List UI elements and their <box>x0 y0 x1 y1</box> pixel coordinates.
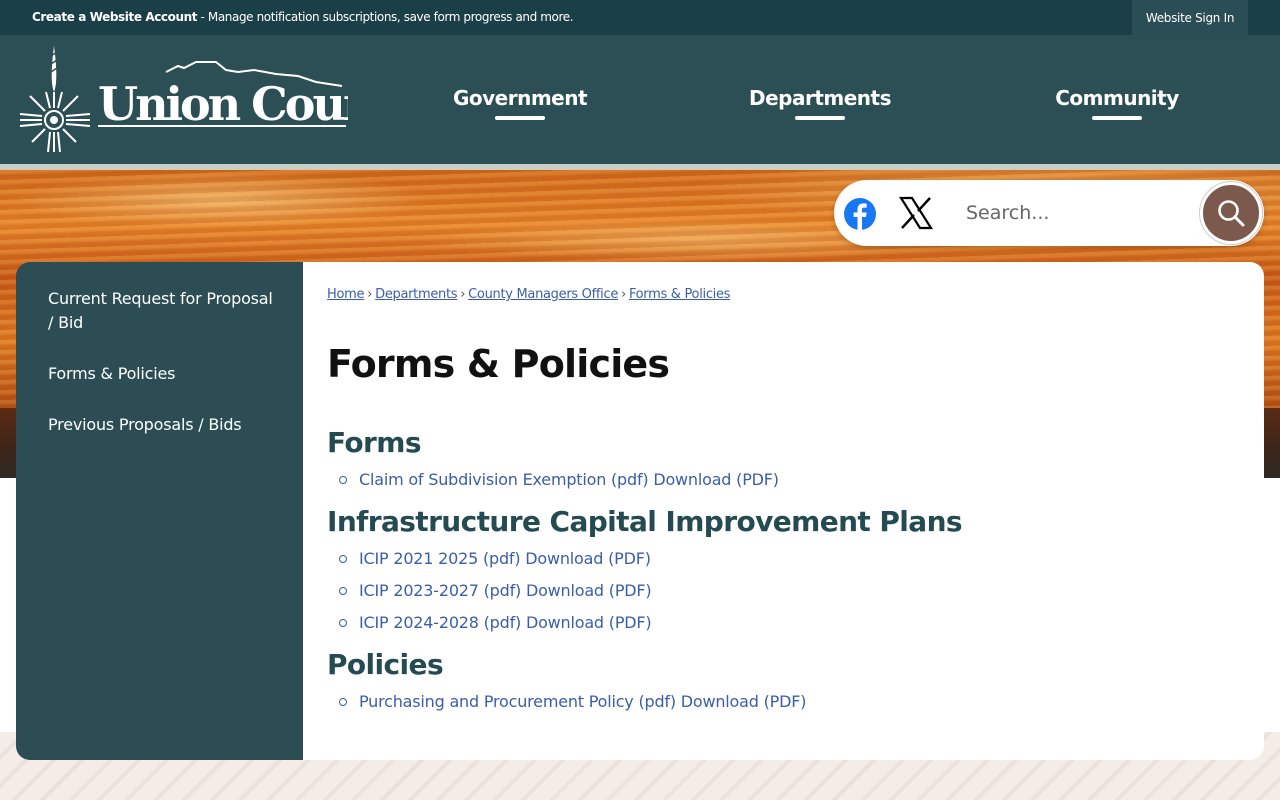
list-item: ICIP 2024-2028 (pdf) Download (PDF) <box>339 613 652 632</box>
document-link[interactable]: Claim of Subdivision Exemption (pdf) Dow… <box>359 470 779 489</box>
create-account-description: - Manage notification subscriptions, sav… <box>197 10 574 24</box>
nav-government-label: Government <box>452 86 588 110</box>
search-icon <box>1218 200 1245 227</box>
list-item: Purchasing and Procurement Policy (pdf) … <box>339 692 806 711</box>
document-link[interactable]: ICIP 2024-2028 (pdf) Download (PDF) <box>359 613 652 632</box>
sidebar-nav <box>16 262 303 760</box>
nav-departments[interactable]: Departments <box>740 86 900 126</box>
top-utility-bar: Create a Website Account - Manage notifi… <box>0 0 1280 35</box>
list-item: Claim of Subdivision Exemption (pdf) Dow… <box>339 470 779 489</box>
nav-community-label: Community <box>1055 86 1179 110</box>
nav-government[interactable]: Government <box>448 86 592 126</box>
breadcrumb-separator: › <box>367 287 373 302</box>
page-title: Forms & Policies <box>327 342 670 386</box>
sidebar-item-previous-proposals[interactable]: Previous Proposals / Bids <box>48 413 278 437</box>
breadcrumb-departments[interactable]: Departments <box>375 287 457 302</box>
list-item: ICIP 2023-2027 (pdf) Download (PDF) <box>339 581 652 600</box>
breadcrumb-forms-policies[interactable]: Forms & Policies <box>629 287 731 302</box>
website-sign-in-button[interactable]: Website Sign In <box>1132 0 1248 35</box>
create-account-message[interactable]: Create a Website Account - Manage notifi… <box>32 10 574 24</box>
bullet-icon <box>339 618 347 627</box>
nav-underline <box>1092 116 1142 120</box>
section-heading-forms: Forms <box>327 426 421 459</box>
bullet-icon <box>339 475 347 484</box>
breadcrumb-separator: › <box>621 287 626 302</box>
document-link[interactable]: ICIP 2021 2025 (pdf) Download (PDF) <box>359 549 651 568</box>
bullet-icon <box>339 586 347 595</box>
bullet-icon <box>339 697 347 706</box>
facebook-icon[interactable] <box>843 197 877 231</box>
nav-underline <box>495 116 545 120</box>
create-account-link[interactable]: Create a Website Account <box>32 10 198 24</box>
breadcrumb: Home › Departments › County Managers Office ›… <box>327 287 730 302</box>
search-input[interactable] <box>956 196 1192 230</box>
logo-wordmark: Union County <box>98 77 348 131</box>
breadcrumb-separator: › <box>460 287 466 302</box>
section-heading-policies: Policies <box>327 648 444 681</box>
search-button[interactable] <box>1200 182 1262 244</box>
document-link[interactable]: ICIP 2023-2027 (pdf) Download (PDF) <box>359 581 652 600</box>
bullet-icon <box>339 554 347 563</box>
sidebar-item-forms-policies[interactable]: Forms & Policies <box>48 362 278 386</box>
union-county-logo[interactable]: Union County <box>16 42 348 156</box>
sidebar-item-current-rfp[interactable]: Current Request for Proposal / Bid <box>48 287 278 335</box>
nav-departments-label: Departments <box>748 86 892 110</box>
document-link[interactable]: Purchasing and Procurement Policy (pdf) … <box>359 692 806 711</box>
x-icon[interactable] <box>899 196 933 230</box>
nav-community[interactable]: Community <box>1046 86 1188 126</box>
nav-underline <box>795 116 845 120</box>
zia-sun-logo-icon <box>19 46 91 153</box>
list-item: ICIP 2021 2025 (pdf) Download (PDF) <box>339 549 651 568</box>
section-heading-icip: Infrastructure Capital Improvement Plans <box>327 505 963 538</box>
breadcrumb-home[interactable]: Home <box>327 287 365 302</box>
breadcrumb-county-managers-office[interactable]: County Managers Office <box>468 287 618 302</box>
